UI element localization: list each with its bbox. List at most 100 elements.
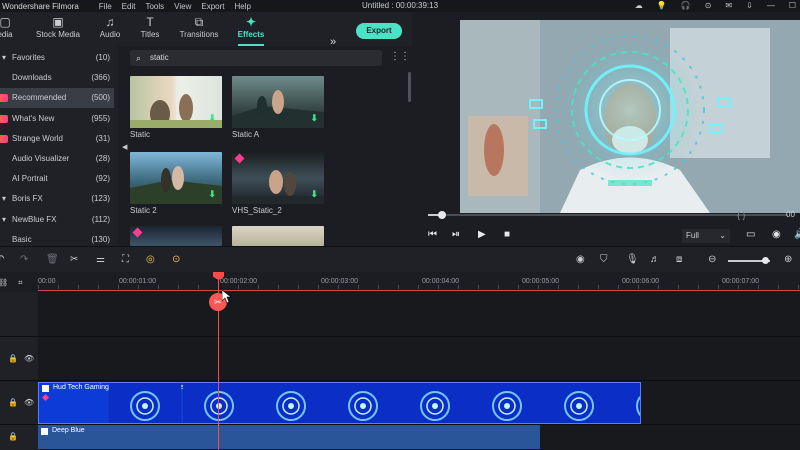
search-value: static: [150, 53, 169, 62]
user-icon[interactable]: ⊙: [705, 0, 712, 12]
search-input[interactable]: ⌕ static: [130, 50, 382, 66]
maximize-icon[interactable]: ☐: [789, 0, 796, 12]
collapse-panel-icon[interactable]: ◀: [122, 143, 127, 151]
ruler-minor-tick: [338, 285, 339, 289]
ruler-minor-tick: [658, 285, 659, 289]
preview-scrubber[interactable]: [428, 211, 788, 219]
play-icon[interactable]: ▶: [478, 229, 486, 240]
expand-caret-icon[interactable]: ▾: [2, 210, 6, 230]
effect-thumb-static-2[interactable]: ⬇: [130, 152, 222, 204]
grid-view-icon[interactable]: ⋮⋮: [390, 51, 410, 62]
effect-thumb-vhs-static-2[interactable]: ⬇: [232, 152, 324, 204]
quality-select[interactable]: Full ⌄: [682, 229, 730, 243]
display-icon[interactable]: ▭: [746, 229, 755, 240]
category-item[interactable]: ▾ Favorites (10): [0, 48, 114, 68]
speed-icon[interactable]: ◎: [146, 254, 155, 266]
crop-icon[interactable]: ⛶: [122, 254, 129, 266]
headset-icon[interactable]: 🎧: [681, 0, 691, 12]
snapshot-icon[interactable]: ◉: [772, 229, 781, 240]
cloud-icon[interactable]: ☁: [635, 0, 643, 12]
tab-stock-media[interactable]: ▣ Stock Media: [34, 12, 82, 46]
effect-label-static-2: Static 2: [130, 206, 157, 215]
effect-thumb-static-a[interactable]: ⬇: [232, 76, 324, 128]
scrubber-knob[interactable]: [438, 211, 446, 219]
ai-audio-icon[interactable]: ♬: [650, 254, 660, 266]
menu-view[interactable]: View: [174, 2, 191, 11]
category-item[interactable]: Downloads (366): [0, 68, 114, 88]
tab-effects[interactable]: ✦ Effects: [234, 12, 268, 46]
window-title: Untitled : 00:00:39:13: [362, 1, 439, 10]
timeline-clip-audio[interactable]: Deep Blue: [38, 425, 540, 449]
tab-audio[interactable]: ♫ Audio: [96, 12, 124, 46]
timeline-ruler[interactable]: ⛓ ⌗ 00:00 00:00:01:00 00:00:02:00 00:00:03:…: [0, 272, 800, 292]
mic-icon[interactable]: 🎙: [626, 254, 639, 266]
lock-icon[interactable]: 🔒: [8, 354, 18, 363]
menu-help[interactable]: Help: [234, 2, 250, 11]
bulb-icon[interactable]: 💡: [657, 0, 667, 12]
redo-icon[interactable]: ↷: [20, 254, 28, 266]
link-icon[interactable]: ⛓: [0, 278, 8, 287]
render-icon[interactable]: ◉: [576, 254, 585, 266]
category-count: (28): [95, 154, 110, 163]
menu-tools[interactable]: Tools: [145, 2, 164, 11]
category-item[interactable]: Audio Visualizer (28): [0, 149, 114, 169]
delete-icon[interactable]: 🗑: [46, 254, 59, 266]
menu-bar: File Edit Tools View Export Help: [99, 2, 251, 11]
tab-titles[interactable]: T Titles: [136, 12, 164, 46]
zoom-out-icon[interactable]: ⊖: [708, 254, 716, 266]
preview-panel: { } 00 ⏮ ⏯ ▶ ■ Full ⌄ ▭ ◉ 🔊: [412, 12, 800, 246]
zoom-in-icon[interactable]: ⊕: [784, 254, 792, 266]
category-label: Favorites: [12, 53, 45, 62]
effect-label-vhs-static-2: VHS_Static_2: [232, 206, 282, 215]
effect-thumb-static[interactable]: ⬇: [130, 76, 222, 128]
adjust-icon[interactable]: ⚌: [96, 254, 105, 266]
prev-frame-icon[interactable]: ⏮: [428, 229, 437, 240]
ruler-minor-tick: [138, 285, 139, 289]
pip-icon[interactable]: ⧈: [676, 254, 682, 266]
effect-thumb-partial-2[interactable]: [232, 226, 324, 246]
auto-icon[interactable]: ⊙: [172, 254, 180, 266]
minimize-icon[interactable]: —: [767, 0, 775, 12]
download-icon[interactable]: ⇩: [746, 0, 753, 12]
expand-caret-icon[interactable]: ▾: [2, 48, 6, 68]
eye-icon[interactable]: 👁: [24, 398, 34, 407]
marker-icon[interactable]: ⛉: [600, 254, 608, 266]
stop-icon[interactable]: ■: [504, 229, 510, 240]
lock-icon[interactable]: 🔒: [8, 398, 18, 407]
ruler-minor-tick: [318, 285, 319, 289]
lock-icon[interactable]: 🔒: [8, 432, 18, 441]
ruler-minor-tick: [158, 285, 159, 289]
tab-media[interactable]: ▢ edia: [0, 12, 16, 46]
export-button[interactable]: Export: [356, 23, 402, 39]
effects-scrollbar[interactable]: [408, 72, 411, 102]
mark-in-out-brackets[interactable]: { }: [737, 210, 746, 220]
expand-caret-icon[interactable]: ▾: [2, 189, 6, 209]
category-item[interactable]: What's New (955): [0, 109, 114, 129]
ruler-minor-tick: [478, 285, 479, 289]
category-label: AI Portrait: [12, 174, 48, 184]
volume-icon[interactable]: 🔊: [794, 229, 800, 240]
category-item[interactable]: Strange World (31): [0, 129, 114, 149]
undo-icon[interactable]: ↶: [0, 254, 4, 266]
snap-icon[interactable]: ⌗: [18, 278, 23, 288]
category-item[interactable]: Recommended (500): [0, 88, 114, 109]
menu-file[interactable]: File: [99, 2, 112, 11]
eye-icon[interactable]: 👁: [24, 354, 34, 363]
menu-edit[interactable]: Edit: [122, 2, 136, 11]
tab-transitions[interactable]: ⧉ Transitions: [176, 12, 222, 46]
download-icon: ⬇: [208, 189, 216, 199]
cut-icon[interactable]: ✂: [70, 254, 78, 266]
category-label: Strange World: [12, 133, 63, 143]
zoom-slider-knob[interactable]: [762, 257, 769, 264]
category-item[interactable]: AI Portrait (92): [0, 169, 114, 189]
timeline-clip-hud[interactable]: Hud Tech Gaming Endscreen Pack Element 0…: [38, 382, 641, 424]
category-item[interactable]: ▾ Boris FX (123): [0, 189, 114, 209]
step-icon[interactable]: ⏯: [452, 229, 460, 240]
ruler-minor-tick: [258, 285, 259, 289]
category-item[interactable]: ▾ NewBlue FX (112): [0, 210, 114, 230]
effect-thumb-partial-1[interactable]: [130, 226, 222, 246]
mail-icon[interactable]: ✉: [725, 0, 732, 12]
ruler-minor-tick: [298, 285, 299, 289]
menu-export[interactable]: Export: [201, 2, 224, 11]
zoom-slider[interactable]: [728, 257, 770, 264]
